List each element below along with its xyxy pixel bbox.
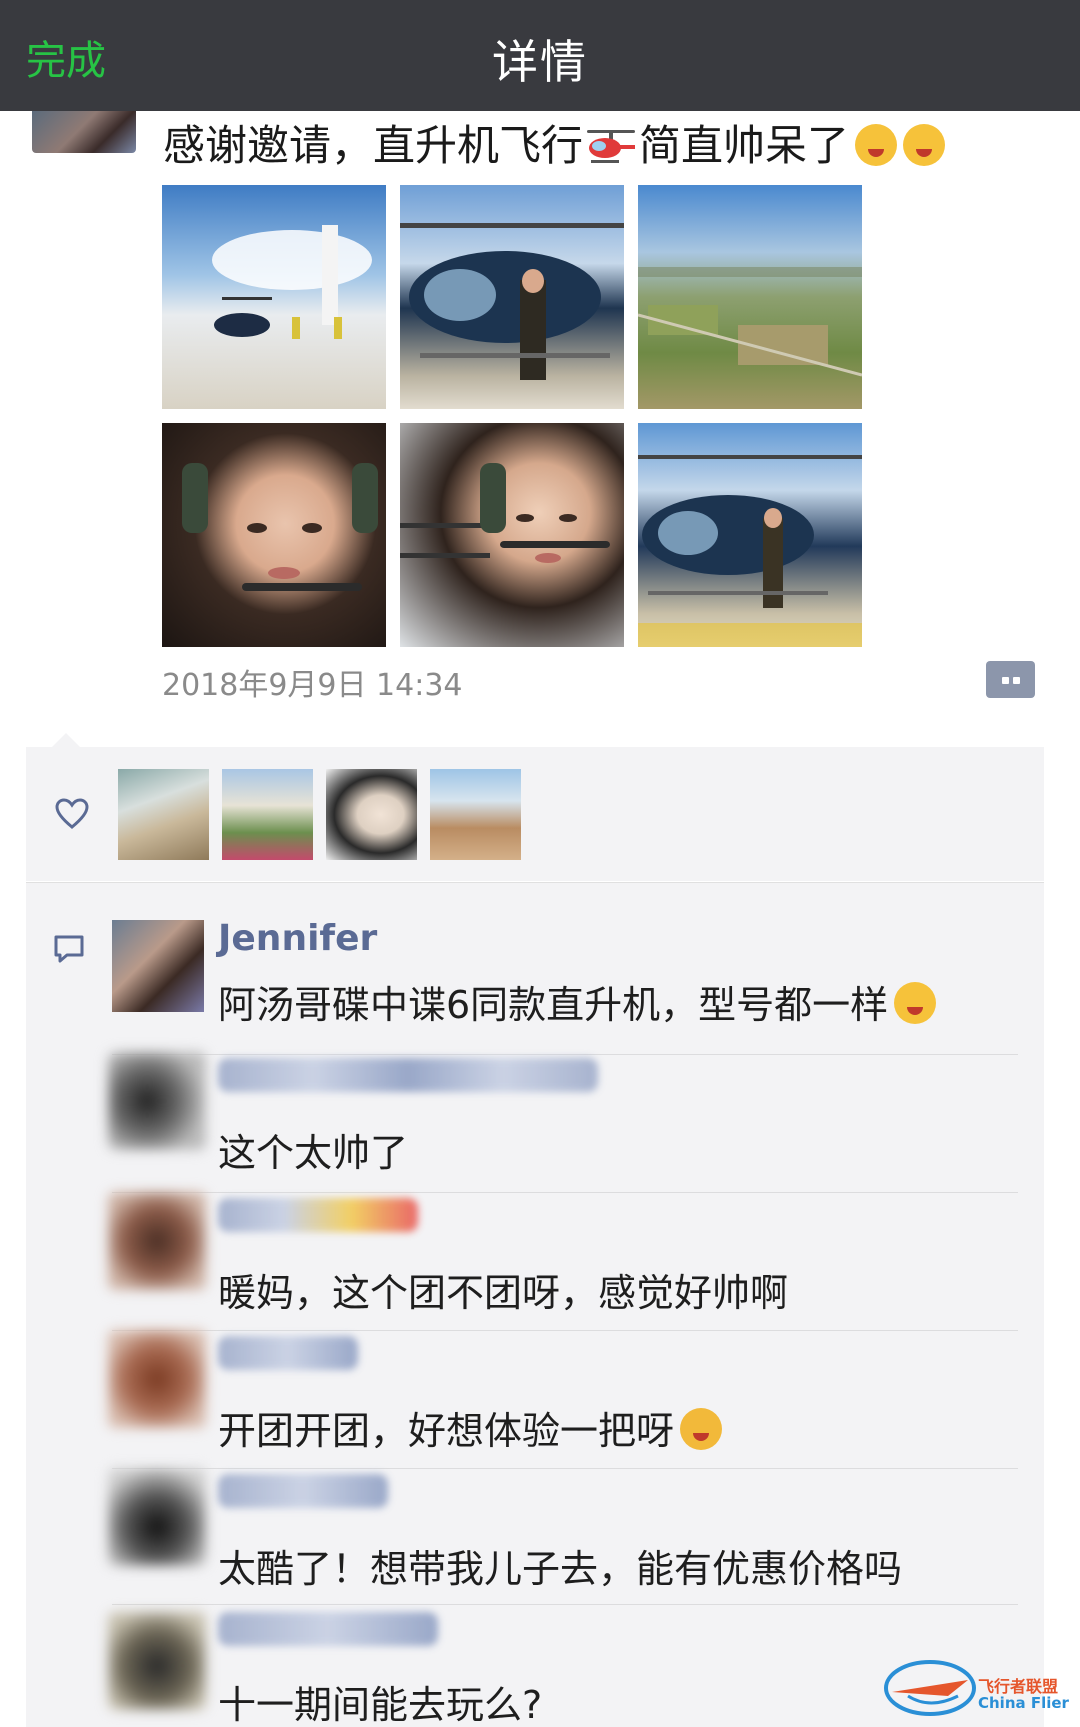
- commenter-avatar-blurred[interactable]: [108, 1330, 206, 1428]
- post-author-avatar[interactable]: [32, 111, 136, 153]
- comment-action-button[interactable]: [986, 661, 1035, 698]
- commenter-name[interactable]: Jennifer: [218, 918, 377, 959]
- liker-avatar[interactable]: [222, 769, 313, 860]
- commenter-name-blurred[interactable]: [218, 1612, 438, 1646]
- grinning-emoji: [894, 982, 937, 1024]
- comment-text: 十一期间能去玩么?: [218, 1683, 543, 1727]
- post-photo[interactable]: [400, 185, 624, 409]
- watermark-english: China Flier: [978, 1694, 1069, 1712]
- post-photo[interactable]: [162, 185, 386, 409]
- helicopter-icon: [587, 130, 636, 163]
- post-photo[interactable]: [638, 423, 862, 647]
- post-timestamp: 2018年9月9日 14:34: [162, 668, 463, 703]
- comment-text: 阿汤哥碟中谍6同款直升机，型号都一样: [218, 974, 937, 1029]
- commenter-name-blurred[interactable]: [218, 1058, 598, 1092]
- post-text-part1: 感谢邀请，直升机飞行: [163, 121, 584, 170]
- heart-icon: [55, 798, 89, 829]
- comment-text: 暖妈，这个团不团呀，感觉好帅啊: [218, 1271, 789, 1315]
- commenter-avatar[interactable]: [112, 920, 204, 1012]
- commenter-avatar-blurred[interactable]: [108, 1612, 206, 1710]
- comment-divider: [112, 1468, 1018, 1469]
- post-photo[interactable]: [162, 423, 386, 647]
- liker-avatar[interactable]: [326, 769, 417, 860]
- comment-divider: [112, 1192, 1018, 1193]
- commenter-avatar-blurred[interactable]: [108, 1468, 206, 1566]
- comment-text: 这个太帅了: [218, 1131, 409, 1175]
- comment-text: 太酷了！想带我儿子去，能有优惠价格吗: [218, 1547, 903, 1591]
- thinking-emoji: [680, 1408, 723, 1450]
- commenter-avatar-blurred[interactable]: [108, 1192, 206, 1290]
- winking-tongue-emoji: [855, 124, 898, 166]
- post-photo[interactable]: [400, 423, 624, 647]
- post-photo[interactable]: [638, 185, 862, 409]
- comment-text-content: 阿汤哥碟中谍6同款直升机，型号都一样: [218, 983, 889, 1027]
- page-title: 详情: [492, 35, 588, 89]
- post-text: 感谢邀请，直升机飞行 简直帅呆了: [163, 112, 946, 173]
- comment-divider: [112, 1604, 1018, 1605]
- liker-avatar[interactable]: [118, 769, 209, 860]
- top-navbar: 完成 详情: [0, 0, 1080, 111]
- commenter-avatar-blurred[interactable]: [108, 1052, 206, 1150]
- commenter-name-blurred[interactable]: [218, 1198, 418, 1232]
- likes-panel-notch: [52, 733, 80, 747]
- comment-text: 开团开团，好想体验一把呀: [218, 1400, 723, 1455]
- winking-tongue-emoji: [903, 124, 946, 166]
- comment-divider: [112, 1330, 1018, 1331]
- comment-text-content: 开团开团，好想体验一把呀: [218, 1409, 675, 1453]
- comment-bubble-icon: [54, 935, 84, 963]
- commenter-name-blurred[interactable]: [218, 1474, 388, 1508]
- liker-avatar[interactable]: [430, 769, 521, 860]
- comment-divider: [112, 1054, 1018, 1055]
- post-text-part2: 简直帅呆了: [639, 121, 850, 170]
- commenter-name-blurred[interactable]: [218, 1336, 358, 1370]
